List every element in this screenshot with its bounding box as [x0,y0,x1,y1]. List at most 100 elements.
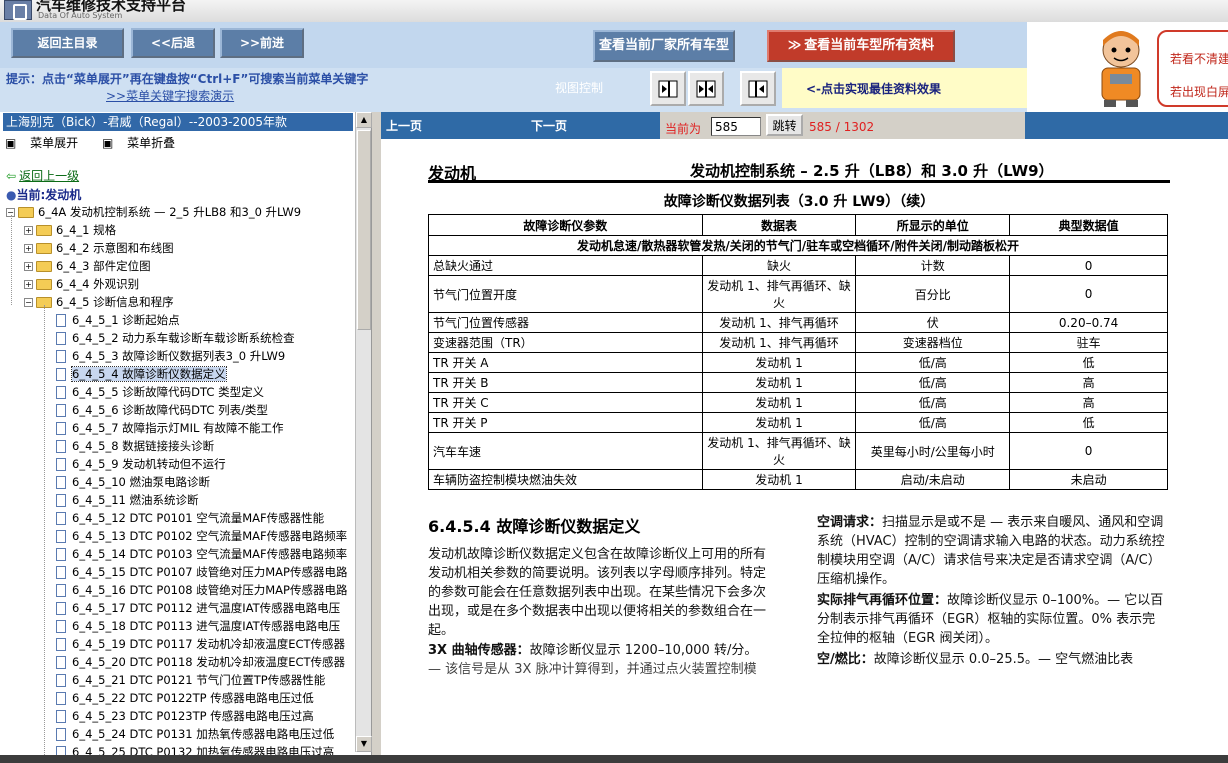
tree-item-label: 6_4_5_7 故障指示灯MIL 有故障不能工作 [72,421,284,435]
document-icon [56,332,66,345]
column-header: 故障诊断仪参数 [428,214,703,236]
tree-doc-item[interactable]: 6_4_5_3 故障诊断仪数据列表3_0 升LW9 [56,347,285,365]
tree-doc-item[interactable]: 6_4_5_4 故障诊断仪数据定义 [56,365,227,383]
expand-box-icon: ▣ [5,136,21,150]
tree-folder-item[interactable]: +6_4_2 示意图和布线图 [24,239,174,257]
next-page-link[interactable]: 下一页 [531,117,567,134]
tree-item-label: 6_4_1 规格 [56,223,117,237]
mechanic-mascot-icon [1101,31,1141,107]
tree-doc-item[interactable]: 6_4_5_16 DTC P0108 歧管绝对压力MAP传感器电路 [56,581,347,599]
promo-line-1[interactable]: 若看不清建 [1170,50,1228,67]
tree-doc-item[interactable]: 6_4_5_9 发动机转动但不运行 [56,455,226,473]
home-button[interactable]: 返回主目录 [11,28,124,58]
collapse-icon[interactable]: − [24,298,33,307]
document-icon [56,350,66,363]
scroll-up-icon[interactable]: ▲ [356,112,372,128]
air-fuel-paragraph: 空/燃比：故障诊断仪显示 0.0–25.5。— 空气燃油比表 [817,650,1167,669]
tree-doc-item[interactable]: 6_4_5_1 诊断起始点 [56,311,180,329]
panel-split-icon [696,80,716,98]
document-icon [56,548,66,561]
scroll-thumb[interactable] [357,130,371,330]
table-row: TR 开关 A 发动机 1 低/高低 [428,352,1168,373]
back-button[interactable]: <<后退 [131,28,215,58]
tree-folder-item[interactable]: − 6_4_5 诊断信息和程序 [24,293,174,311]
tree-doc-item[interactable]: 6_4_5_6 诊断故障代码DTC 列表/类型 [56,401,268,419]
view-left-button[interactable] [650,71,686,106]
tree-guide-line [44,305,45,755]
tree-doc-item[interactable]: 6_4_5_15 DTC P0107 歧管绝对压力MAP传感器电路 [56,563,347,581]
tree-folder-item[interactable]: +6_4_1 规格 [24,221,116,239]
tree-item-label: 6_4_5_4 故障诊断仪数据定义 [71,366,227,382]
tree-doc-item[interactable]: 6_4_5_25 DTC P0132 加热氧传感器电路电压过高 [56,743,334,755]
expand-icon[interactable]: + [24,244,33,253]
left-scrollbar[interactable]: ▲ ▼ [355,112,372,752]
search-demo-link[interactable]: >>菜单关键字搜索演示 [106,87,234,104]
table-row: TR 开关 C 发动机 1 低/高高 [428,392,1168,413]
tree-doc-item[interactable]: 6_4_5_11 燃油系统诊断 [56,491,199,509]
view-tip-text: <-点击实现最佳资料效果 [806,82,942,96]
tree-doc-item[interactable]: 6_4_5_7 故障指示灯MIL 有故障不能工作 [56,419,284,437]
tree-doc-item[interactable]: 6_4_5_22 DTC P0122TP 传感器电路电压过低 [56,689,314,707]
tree-doc-item[interactable]: 6_4_5_14 DTC P0103 空气流量MAF传感器电路频率 [56,545,347,563]
expand-icon[interactable]: + [24,280,33,289]
current-node-label: 当前:发动机 [16,188,82,202]
folder-icon [36,261,52,272]
page-number-input[interactable] [711,117,761,136]
tree-doc-item[interactable]: 6_4_5_2 动力系车载诊断车载诊断系统检查 [56,329,295,347]
tree-doc-item[interactable]: 6_4_5_12 DTC P0101 空气流量MAF传感器性能 [56,509,324,527]
term-label: 3X 曲轴传感器： [428,643,530,658]
document-icon [56,584,66,597]
tree-doc-item[interactable]: 6_4_5_18 DTC P0113 进气温度IAT传感器电路电压 [56,617,340,635]
prev-page-link[interactable]: 上一页 [386,117,422,134]
expand-icon[interactable]: + [24,262,33,271]
tree-item-label: 6_4_5_25 DTC P0132 加热氧传感器电路电压过高 [72,745,335,755]
car-model-title: 上海别克（Bick）-君威（Regal）--2003-2005年款 [3,113,353,131]
tree-folder-item[interactable]: +6_4_4 外观识别 [24,275,139,293]
jump-button[interactable]: 跳转 [766,114,803,136]
all-models-button[interactable]: 查看当前厂家所有车型 [593,30,735,62]
tree-doc-item[interactable]: 6_4_5_24 DTC P0131 加热氧传感器电路电压过低 [56,725,334,743]
tree-doc-item[interactable]: 6_4_5_8 数据链接接头诊断 [56,437,214,455]
menu-collapse-button[interactable]: ▣ 菜单折叠 [102,136,185,150]
all-info-button[interactable]: ≫ 查看当前车型所有资料 [767,30,955,62]
forward-button[interactable]: >>前进 [220,28,304,58]
tree-doc-item[interactable]: 6_4_5_20 DTC P0118 发动机冷却液温度ECT传感器 [56,653,345,671]
tree-item-label: 6_4_5_14 DTC P0103 空气流量MAF传感器电路频率 [72,547,348,561]
tree-doc-item[interactable]: 6_4_5_21 DTC P0121 节气门位置TP传感器性能 [56,671,325,689]
value-cell: 驻车 [1009,332,1168,353]
document-icon [56,476,66,489]
scroll-down-icon[interactable]: ▼ [356,736,372,752]
promo-line-2[interactable]: 若出现白屏 [1170,83,1228,100]
value-cell: 低 [1009,352,1168,373]
view-right-button[interactable] [740,71,776,106]
datatable-cell: 发动机 1 [701,352,857,373]
tree-doc-item[interactable]: 6_4_5_23 DTC P0123TP 传感器电路电压过高 [56,707,314,725]
tree-doc-item[interactable]: 6_4_5_17 DTC P0112 进气温度IAT传感器电路电压 [56,599,340,617]
term-label: 空调请求： [817,515,883,530]
tree-folder-item[interactable]: −6_4A 发动机控制系统 — 2_5 升LB8 和3_0 升LW9 [6,203,301,221]
tree-item-label: 6_4_5_21 DTC P0121 节气门位置TP传感器性能 [72,673,326,687]
value-cell: 0.20–0.74 [1009,312,1168,333]
tree-item-label: 6_4_4 外观识别 [56,277,140,291]
table-row: 变速器范围（TR） 发动机 1、排气再循环 变速器档位 驻车 [428,332,1168,353]
tree-folder-item[interactable]: +6_4_3 部件定位图 [24,257,151,275]
view-both-button[interactable] [688,71,724,106]
param-cell: TR 开关 C [428,392,703,413]
tree-doc-item[interactable]: 6_4_5_10 燃油泵电路诊断 [56,473,210,491]
section-heading: 6.4.5.4 故障诊断仪数据定义 [428,517,641,536]
collapse-box-icon: ▣ [102,136,118,150]
document-icon [56,386,66,399]
tree-item-label: 6_4_5_16 DTC P0108 歧管绝对压力MAP传感器电路 [72,583,348,597]
tree-doc-item[interactable]: 6_4_5_19 DTC P0117 发动机冷却液温度ECT传感器 [56,635,345,653]
double-arrow-icon: ≫ [787,38,802,53]
tree-item-label: 6_4_5_6 诊断故障代码DTC 列表/类型 [72,403,268,417]
tree-doc-item[interactable]: 6_4_5_13 DTC P0102 空气流量MAF传感器电路频率 [56,527,347,545]
expand-icon[interactable]: + [24,226,33,235]
tree-item-label: 6_4_5_24 DTC P0131 加热氧传感器电路电压过低 [72,727,335,741]
back-up-link[interactable]: ⇦ 返回上一级 [6,167,79,184]
datatable-cell: 发动机 1、排气再循环、缺火 [701,432,857,470]
document-icon [56,458,66,471]
app-subtitle: Data Of Auto System [38,11,123,20]
menu-expand-button[interactable]: ▣ 菜单展开 [5,136,88,150]
tree-doc-item[interactable]: 6_4_5_5 诊断故障代码DTC 类型定义 [56,383,264,401]
